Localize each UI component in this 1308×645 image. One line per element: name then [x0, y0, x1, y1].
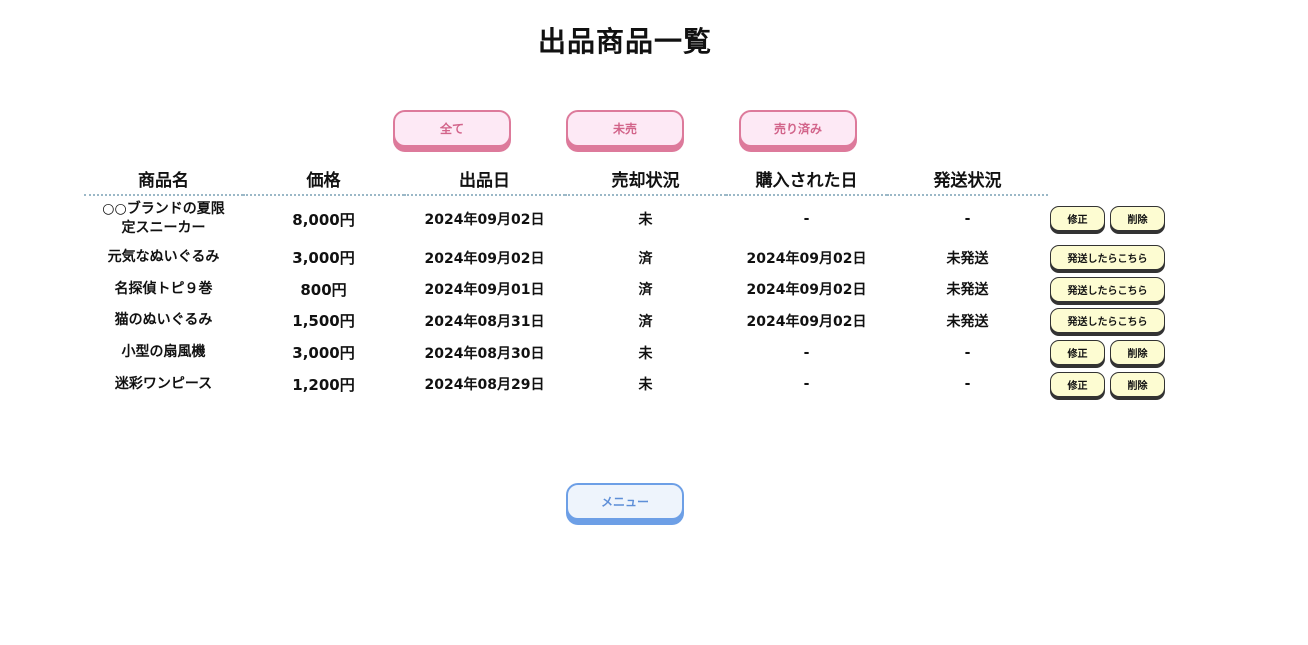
item-listed-date: 2024年08月29日: [424, 377, 545, 394]
item-name: 元気なぬいぐるみ: [107, 249, 220, 266]
item-price: 800円: [300, 280, 347, 299]
item-purchased-date: 2024年09月02日: [746, 250, 867, 267]
item-sale-status: 未: [638, 377, 653, 394]
mark-shipped-button[interactable]: 発送したらこちら: [1050, 308, 1165, 334]
item-price: 3,000円: [292, 249, 355, 268]
item-shipping-status: -: [964, 211, 971, 227]
table-row: ○○ブランドの夏限定スニーカー 8,000円 2024年09月02日 未 - -…: [84, 195, 1178, 242]
edit-button[interactable]: 修正: [1050, 340, 1105, 366]
item-sale-status: 済: [638, 250, 653, 267]
header-shipping-status: 発送状況: [887, 163, 1048, 196]
item-name: 迷彩ワンピース: [114, 375, 213, 392]
item-purchased-date: 2024年09月02日: [746, 313, 867, 330]
item-shipping-status: -: [964, 376, 971, 393]
item-name: ○○ブランドの夏限定スニーカー: [102, 201, 225, 236]
item-name: 猫のぬいぐるみ: [114, 312, 213, 329]
edit-button[interactable]: 修正: [1050, 371, 1105, 397]
table-header-row: 商品名 価格 出品日 売却状況 購入された日 発送状況: [84, 163, 1178, 196]
header-sale-status: 売却状況: [565, 163, 726, 196]
table-row: 猫のぬいぐるみ 1,500円 2024年08月31日 済 2024年09月02日…: [84, 305, 1178, 337]
item-name: 名探偵トピ９巻: [114, 280, 213, 297]
delete-button[interactable]: 削除: [1110, 340, 1165, 366]
item-shipping-status: 未発送: [946, 313, 989, 330]
item-shipping-status: -: [964, 344, 971, 361]
item-price: 3,000円: [292, 344, 355, 363]
item-actions: 発送したらこちら: [1048, 305, 1178, 337]
table-row: 名探偵トピ９巻 800円 2024年09月01日 済 2024年09月02日 未…: [84, 274, 1178, 306]
header-listed-date: 出品日: [404, 163, 565, 196]
mark-shipped-button[interactable]: 発送したらこちら: [1050, 276, 1165, 302]
item-listed-date: 2024年08月31日: [424, 313, 545, 330]
item-listed-date: 2024年08月30日: [424, 345, 545, 362]
item-actions: 発送したらこちら: [1048, 274, 1178, 306]
item-price: 1,200円: [292, 375, 355, 394]
item-purchased-date: -: [803, 376, 810, 393]
filter-unsold-button[interactable]: 未売: [566, 110, 684, 147]
delete-button[interactable]: 削除: [1110, 371, 1165, 397]
item-actions: 修正 削除: [1048, 368, 1178, 400]
item-shipping-status: 未発送: [946, 250, 989, 267]
item-actions: 修正 削除: [1048, 195, 1178, 242]
header-name: 商品名: [84, 163, 243, 196]
page-title: 出品商品一覧: [537, 25, 712, 58]
item-listed-date: 2024年09月02日: [424, 212, 545, 228]
table-row: 元気なぬいぐるみ 3,000円 2024年09月02日 済 2024年09月02…: [84, 242, 1178, 274]
item-purchased-date: -: [803, 344, 810, 361]
edit-button[interactable]: 修正: [1050, 206, 1105, 231]
item-actions: 発送したらこちら: [1048, 242, 1178, 274]
item-price: 1,500円: [292, 312, 355, 331]
item-listed-date: 2024年09月02日: [424, 250, 545, 267]
item-sale-status: 未: [638, 212, 653, 228]
item-listed-date: 2024年09月01日: [424, 282, 545, 299]
header-actions: [1048, 163, 1178, 195]
filter-bar: 全て 未売 売り済み: [393, 110, 863, 154]
filter-sold-button[interactable]: 売り済み: [739, 110, 857, 147]
listing-table: 商品名 価格 出品日 売却状況 購入された日 発送状況 ○○ブランドの夏限定スニ…: [84, 163, 1178, 400]
item-shipping-status: 未発送: [946, 282, 989, 299]
filter-all-button[interactable]: 全て: [393, 110, 511, 147]
header-price: 価格: [243, 163, 404, 196]
table-row: 小型の扇風機 3,000円 2024年08月30日 未 - - 修正 削除: [84, 337, 1178, 369]
mark-shipped-button[interactable]: 発送したらこちら: [1050, 245, 1165, 271]
item-actions: 修正 削除: [1048, 337, 1178, 369]
delete-button[interactable]: 削除: [1110, 206, 1165, 231]
item-sale-status: 済: [638, 282, 653, 299]
item-name: 小型の扇風機: [121, 344, 206, 361]
item-purchased-date: 2024年09月02日: [746, 282, 867, 299]
table-row: 迷彩ワンピース 1,200円 2024年08月29日 未 - - 修正 削除: [84, 368, 1178, 400]
item-sale-status: 済: [638, 313, 653, 330]
item-price: 8,000円: [292, 210, 355, 229]
page: 出品商品一覧 全て 未売 売り済み 商品名 価格 出品日 売却状況 購入された日…: [0, 0, 1308, 645]
item-purchased-date: -: [803, 211, 810, 227]
header-purchased-date: 購入された日: [726, 163, 887, 196]
item-sale-status: 未: [638, 345, 653, 362]
menu-button[interactable]: メニュー: [566, 483, 684, 520]
